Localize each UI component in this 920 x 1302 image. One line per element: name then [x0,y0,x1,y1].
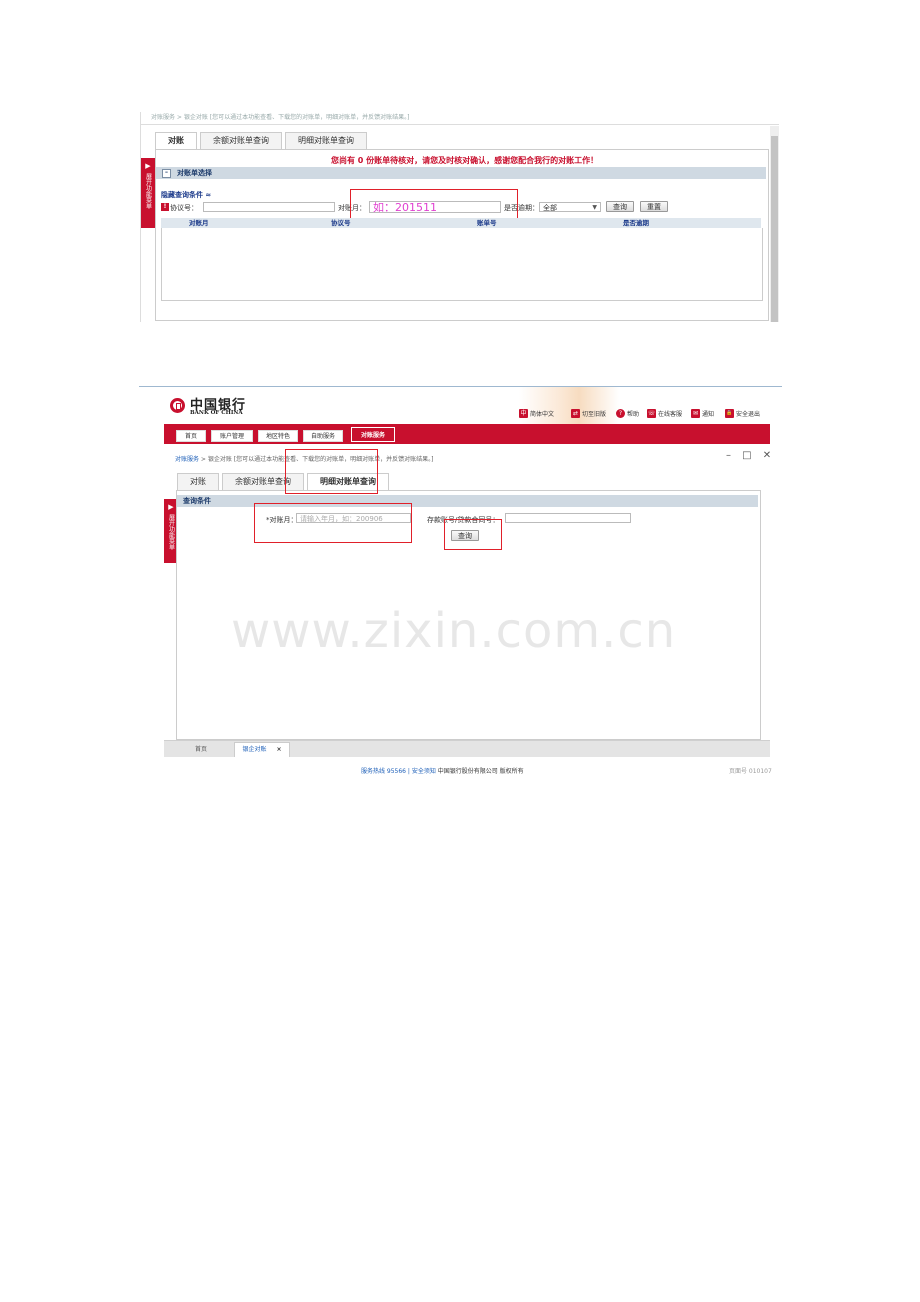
notice-link[interactable]: ✉ 通知 [691,409,714,418]
section-header: – 对账单选择 [156,167,766,179]
column-header: 协议号 [331,219,351,227]
query-button[interactable]: 查询 [606,201,634,212]
section-title: 对账单选择 [177,169,212,177]
column-header: 对账月 [189,219,209,227]
headset-icon: ☏ [647,409,656,418]
nav-regional[interactable]: 地区特色 [258,430,298,442]
breadcrumb-link[interactable]: 对账服务 [175,456,199,463]
header-banner [519,387,619,424]
watermark: www.zixin.com.cn [231,603,677,659]
mail-icon: ✉ [691,409,700,418]
footer: 服务热线 95566 | 安全须知 中国银行股份有限公司 版权所有 [361,766,524,775]
bottom-tab-home[interactable]: 首页 [174,743,228,757]
highlight-box-tab [285,449,378,494]
tab-detail-statement[interactable]: 明细对账单查询 [285,132,367,149]
bank-logo-icon [170,398,185,413]
nav-self-service[interactable]: 自助服务 [303,430,343,442]
side-menu-label: 展开功能菜单 [167,514,175,550]
highlight-box-query [444,519,502,550]
account-input[interactable] [505,513,631,523]
window-controls[interactable]: – □ ✕ [726,450,775,461]
tab-balance-statement[interactable]: 余额对账单查询 [200,132,282,149]
section-title: 查询条件 [183,497,211,505]
overdue-value: 全部 [543,204,557,212]
close-icon[interactable]: × [276,746,281,753]
main-nav: 首页 账户管理 地区特色 自助服务 对账服务 [164,424,770,444]
notice-label: 通知 [702,411,715,418]
chevron-down-icon: ▼ [592,204,597,211]
column-header: 是否逾期 [623,219,649,227]
bottom-tabbar: 首页 银企对账 × [164,740,770,757]
info-icon: ! [161,203,169,211]
table-header: 对账月 协议号 账单号 是否逾期 [161,218,761,228]
logout-link[interactable]: 🔒 安全退出 [725,409,760,418]
page-number: 页面号 010107 [729,768,772,775]
collapse-icon[interactable]: – [162,168,171,178]
logo-english: BANK OF CHINA [190,410,243,416]
protocol-label: 协议号： [170,204,198,212]
help-link[interactable]: ? 帮助 [616,409,639,418]
nav-home[interactable]: 首页 [176,430,206,442]
bottom-tab-label: 银企对账 [242,746,267,753]
screenshot-detail-query: 中国银行 BANK OF CHINA 中简体中文 ⇄ 切至旧版 ? 帮助 ☏ 在线客服… [139,386,782,779]
tab-reconcile[interactable]: 对账 [155,132,197,149]
lang-label: 简体中文 [530,411,555,418]
pending-notice: 您尚有 0 份账单待核对，请您及时核对确认，感谢您配合我行的对账工作！ [331,156,599,165]
screenshot-reconciliation-tab: 对账服务 > 银企对账 [您可以通过本功能查看、下载您的对账单，明细对账单，并反… [140,112,781,322]
language-icon: 中 [519,409,528,418]
highlight-box-month [254,503,412,543]
bottom-tab-reconcile[interactable]: 银企对账 × [234,742,290,757]
protocol-input[interactable] [203,202,335,212]
column-header: 账单号 [477,219,497,227]
lock-icon: 🔒 [725,409,734,418]
nav-account[interactable]: 账户管理 [211,430,253,442]
overdue-select[interactable]: 全部 ▼ [539,202,601,212]
nav-reconcile[interactable]: 对账服务 [351,427,395,442]
old-version-label: 切至旧版 [582,411,607,418]
footer-link[interactable]: 服务热线 95566 | 安全须知 [361,768,436,775]
footer-copyright: 中国银行股份有限公司 版权所有 [437,768,524,775]
highlight-box [350,189,518,221]
caret-right-icon: ▶ [145,162,151,170]
reset-button[interactable]: 重置 [640,201,668,212]
logout-label: 安全退出 [736,411,761,418]
toggle-conditions-link[interactable]: 隐藏查询条件 ≈ [161,190,211,200]
breadcrumb: 对账服务 > 银企对账 [您可以通过本功能查看、下载您的对账单，明细对账单，并反… [141,112,779,125]
results-table [161,228,763,301]
online-service-label: 在线客服 [658,411,683,418]
help-label: 帮助 [627,411,640,418]
help-icon: ? [616,409,625,418]
scrollbar[interactable] [770,126,779,322]
scrollbar-thumb[interactable] [771,136,778,322]
side-menu-label: 展开功能菜单 [144,173,152,209]
switch-icon: ⇄ [571,409,580,418]
side-menu-toggle[interactable]: ▶ 展开功能菜单 [141,158,155,228]
online-service-link[interactable]: ☏ 在线客服 [647,409,682,418]
lang-link[interactable]: 中简体中文 [519,409,554,418]
tab-reconcile[interactable]: 对账 [177,473,219,490]
old-version-link[interactable]: ⇄ 切至旧版 [571,409,606,418]
